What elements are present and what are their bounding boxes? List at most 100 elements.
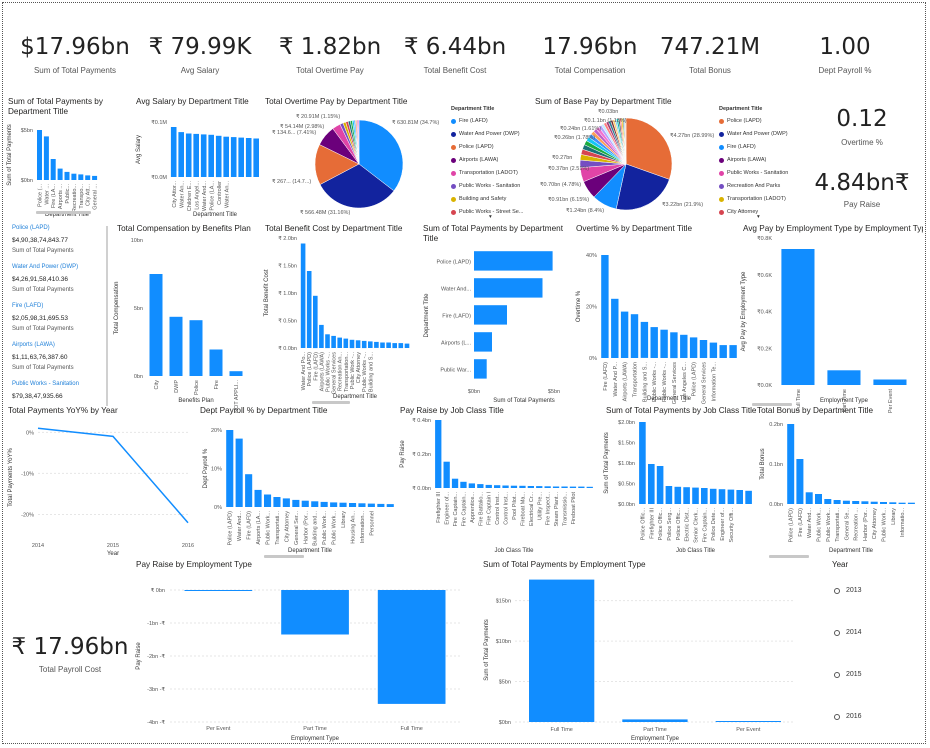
- bar[interactable]: [374, 341, 379, 348]
- bar[interactable]: [880, 502, 887, 504]
- scrollbar-overtime-pct[interactable]: [752, 403, 792, 406]
- bar[interactable]: [229, 371, 243, 376]
- bar[interactable]: [178, 132, 184, 177]
- bar[interactable]: [824, 499, 832, 504]
- bar[interactable]: [683, 487, 690, 504]
- bar[interactable]: [870, 501, 878, 504]
- bar[interactable]: [460, 481, 467, 488]
- bar[interactable]: [692, 487, 699, 504]
- bar[interactable]: [343, 338, 349, 348]
- bar[interactable]: [245, 474, 253, 507]
- bar[interactable]: [358, 503, 366, 507]
- scrollbar-bonus[interactable]: [769, 555, 809, 558]
- bar[interactable]: [64, 171, 70, 180]
- bar[interactable]: [238, 137, 244, 177]
- bar[interactable]: [185, 133, 192, 178]
- bar[interactable]: [519, 485, 526, 488]
- bar[interactable]: [873, 379, 907, 386]
- bar[interactable]: [719, 345, 727, 358]
- bar[interactable]: [368, 341, 373, 348]
- bar[interactable]: [630, 314, 639, 358]
- bar[interactable]: [306, 271, 312, 348]
- bar[interactable]: [209, 349, 223, 377]
- bar[interactable]: [226, 430, 234, 507]
- bar[interactable]: [377, 503, 385, 507]
- bar[interactable]: [622, 719, 688, 722]
- bar[interactable]: [510, 485, 518, 488]
- bar[interactable]: [170, 127, 177, 177]
- bar[interactable]: [404, 343, 410, 348]
- bar[interactable]: [689, 337, 698, 358]
- bar[interactable]: [37, 130, 42, 180]
- bar[interactable]: [536, 486, 543, 488]
- bar[interactable]: [292, 499, 300, 507]
- bar[interactable]: [443, 461, 450, 488]
- bar[interactable]: [313, 295, 318, 349]
- bar[interactable]: [709, 488, 717, 504]
- bar[interactable]: [320, 501, 328, 507]
- bar[interactable]: [474, 332, 492, 352]
- bar[interactable]: [640, 321, 649, 358]
- bar[interactable]: [736, 490, 743, 504]
- bar[interactable]: [367, 503, 375, 507]
- bar[interactable]: [361, 340, 367, 349]
- bar[interactable]: [331, 335, 336, 348]
- bar[interactable]: [235, 438, 243, 507]
- bar[interactable]: [670, 332, 678, 359]
- bar[interactable]: [529, 579, 595, 722]
- bar[interactable]: [43, 136, 49, 180]
- bar[interactable]: [254, 489, 262, 507]
- scrollbar-benefit-cost[interactable]: [312, 401, 350, 404]
- bar[interactable]: [474, 359, 487, 379]
- bar[interactable]: [586, 486, 593, 488]
- bar[interactable]: [485, 484, 492, 488]
- bar[interactable]: [386, 342, 391, 349]
- bar[interactable]: [339, 502, 347, 507]
- series-line[interactable]: [37, 427, 189, 524]
- bar[interactable]: [674, 486, 682, 504]
- bar[interactable]: [325, 334, 330, 349]
- bar[interactable]: [92, 175, 98, 180]
- bar[interactable]: [474, 251, 553, 271]
- bar[interactable]: [377, 590, 446, 704]
- bar[interactable]: [561, 486, 568, 489]
- bar[interactable]: [435, 420, 442, 488]
- bar[interactable]: [337, 337, 342, 348]
- bar[interactable]: [477, 484, 484, 488]
- bar[interactable]: [502, 485, 509, 489]
- bar[interactable]: [781, 249, 815, 385]
- bar[interactable]: [200, 134, 207, 177]
- bar[interactable]: [50, 159, 56, 180]
- bar[interactable]: [230, 137, 237, 177]
- bar[interactable]: [709, 342, 718, 358]
- bar[interactable]: [451, 478, 459, 488]
- bar[interactable]: [715, 721, 781, 722]
- bar[interactable]: [787, 424, 795, 504]
- bar[interactable]: [745, 490, 752, 504]
- bar[interactable]: [544, 486, 551, 488]
- bar[interactable]: [319, 324, 324, 348]
- bar[interactable]: [281, 590, 349, 635]
- bar[interactable]: [85, 175, 91, 180]
- bar[interactable]: [665, 486, 673, 504]
- bar[interactable]: [852, 501, 860, 504]
- bar[interactable]: [701, 488, 708, 504]
- scrollbar-dept-payroll[interactable]: [264, 555, 304, 558]
- bar[interactable]: [907, 502, 915, 504]
- bar[interactable]: [650, 327, 658, 358]
- bar[interactable]: [273, 497, 281, 507]
- bar[interactable]: [578, 486, 585, 488]
- bar[interactable]: [355, 340, 361, 348]
- bar[interactable]: [842, 500, 850, 504]
- bar[interactable]: [386, 504, 394, 507]
- bar[interactable]: [189, 320, 203, 376]
- bar[interactable]: [223, 136, 229, 177]
- bar[interactable]: [660, 329, 668, 358]
- bar[interactable]: [253, 138, 259, 178]
- bar[interactable]: [611, 298, 619, 358]
- bar[interactable]: [648, 464, 655, 504]
- bar[interactable]: [639, 422, 646, 504]
- bar[interactable]: [349, 339, 355, 349]
- bar[interactable]: [474, 305, 507, 325]
- bar[interactable]: [71, 173, 77, 180]
